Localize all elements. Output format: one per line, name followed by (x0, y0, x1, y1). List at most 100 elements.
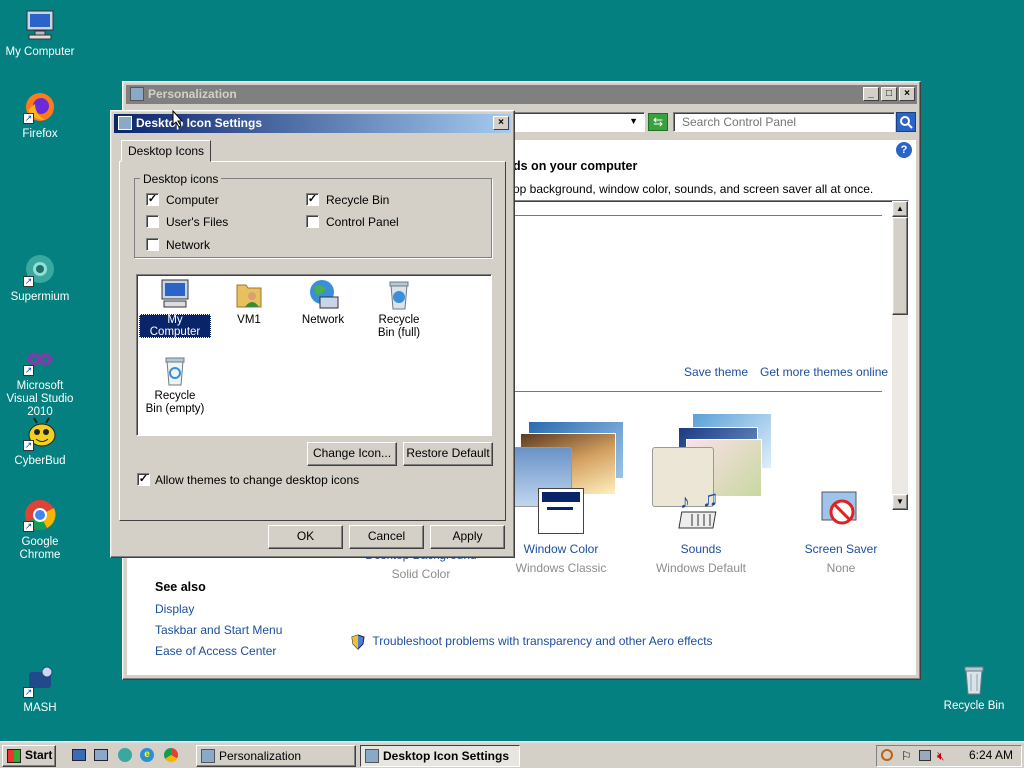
refresh-button[interactable]: ⇆ (648, 113, 668, 131)
sounds-setting[interactable]: ♪ ♫ Sounds Windows Default (621, 486, 781, 575)
desktop-icon-supermium[interactable]: ↗ Supermium (0, 253, 80, 304)
taskbar-button-desktop-icon-settings[interactable]: Desktop Icon Settings (360, 745, 520, 767)
apply-button[interactable]: Apply (430, 525, 505, 549)
desktop-icon-label: Recycle Bin (943, 700, 1005, 712)
tab-desktop-icons[interactable]: Desktop Icons (121, 140, 212, 162)
restore-default-button[interactable]: Restore Default (403, 442, 493, 466)
maximize-button[interactable]: □ (881, 87, 897, 101)
search-input[interactable] (680, 114, 876, 130)
troubleshoot-link[interactable]: Troubleshoot problems with transparency … (351, 634, 713, 650)
desktop-icon-settings-dialog: Desktop Icon Settings × Desktop Icons De… (110, 110, 515, 558)
cyberbud-icon: ↗ (23, 417, 57, 451)
icon-list-view[interactable]: My Computer VM1 Network Recycle Bin (ful… (136, 274, 492, 436)
taskbar: Start e Personalization Desktop Icon Set… (0, 741, 1024, 768)
dialog-close-button[interactable]: × (493, 116, 509, 130)
supermium-icon[interactable] (118, 748, 132, 762)
checkbox-label: Network (166, 238, 211, 252)
minimize-button[interactable]: _ (863, 87, 879, 101)
scroll-up-button[interactable]: ▲ (892, 201, 908, 217)
window-titlebar[interactable]: Personalization _ □ × (126, 85, 917, 104)
save-theme-link[interactable]: Save theme (684, 365, 748, 379)
dialog-icon (118, 116, 132, 130)
ok-button[interactable]: OK (268, 525, 343, 549)
desktop-icon-cyberbud[interactable]: ↗ CyberBud (0, 417, 80, 468)
desktop-icon-label: CyberBud (14, 455, 66, 467)
desktop-icon-chrome[interactable]: ↗ Google Chrome (0, 498, 80, 562)
tab-panel: Desktop icons ✓ Computer ✓ Recycle Bin U… (119, 161, 506, 521)
setting-label: Sounds (680, 542, 722, 556)
checkbox[interactable] (146, 215, 159, 228)
clock[interactable]: 6:24 AM (969, 748, 1013, 762)
see-also-ease-of-access-link[interactable]: Ease of Access Center (155, 644, 276, 658)
icon-item-network[interactable]: Network (287, 277, 359, 326)
desktop-icon-label: Supermium (10, 291, 70, 303)
see-also-display-link[interactable]: Display (155, 602, 194, 616)
internet-explorer-icon[interactable]: e (140, 748, 154, 762)
dropdown-arrow-icon[interactable]: ▼ (629, 116, 638, 126)
checkbox[interactable]: ✓ (137, 473, 150, 486)
checkbox[interactable] (306, 215, 319, 228)
show-desktop-icon[interactable] (72, 749, 86, 761)
icon-item-my-computer[interactable]: My Computer (139, 277, 211, 338)
desktop-icon-my-computer[interactable]: My Computer (0, 8, 80, 59)
checkbox-label: Recycle Bin (326, 193, 390, 207)
recycle-bin-icon (957, 662, 991, 696)
checkbox-label: Control Panel (326, 215, 399, 229)
icon-item-label: Network (301, 314, 345, 326)
network-tray-icon[interactable] (919, 750, 931, 761)
change-icon-button[interactable]: Change Icon... (307, 442, 397, 466)
icon-item-label: My Computer (139, 314, 211, 338)
desktop-icon-firefox[interactable]: ↗ Firefox (0, 90, 80, 141)
visual-studio-icon: ↗ (23, 342, 57, 376)
chrome-icon[interactable] (164, 748, 178, 762)
scroll-thumb[interactable] (892, 217, 908, 315)
get-more-themes-link[interactable]: Get more themes online (760, 365, 888, 379)
task-label: Personalization (219, 749, 302, 763)
scroll-down-button[interactable]: ▼ (892, 494, 908, 510)
control-panel-icon (130, 87, 144, 101)
start-button[interactable]: Start (2, 745, 56, 767)
network-icon (310, 280, 339, 309)
see-also-title: See also (155, 580, 206, 594)
desktop-icon-label: My Computer (5, 46, 75, 58)
icon-item-recycle-bin-empty[interactable]: Recycle Bin (empty) (137, 353, 213, 416)
desktop-icon-label: MASH (23, 702, 57, 714)
icon-item-label: VM1 (237, 314, 261, 326)
desktop-icon-label: Microsoft Visual Studio 2010 (6, 380, 74, 418)
troubleshoot-label: Troubleshoot problems with transparency … (372, 634, 713, 649)
checkbox-label: User's Files (166, 215, 229, 229)
setting-value: Solid Color (391, 567, 451, 581)
taskbar-button-personalization[interactable]: Personalization (196, 745, 356, 767)
window-color-icon (538, 488, 584, 534)
setting-value: Windows Classic (515, 561, 607, 575)
page-heading: ds on your computer (513, 159, 638, 173)
dialog-title: Desktop Icon Settings (136, 116, 263, 130)
flag-icon[interactable]: ⚐ (901, 749, 912, 763)
close-button[interactable]: × (899, 87, 915, 101)
dialog-icon (365, 749, 379, 763)
search-icon[interactable] (881, 749, 893, 761)
mash-icon: ↗ (23, 664, 57, 698)
chrome-icon: ↗ (23, 498, 57, 532)
screen-saver-setting[interactable]: Screen Saver None (761, 491, 921, 575)
desktop-icon-mash[interactable]: ↗ MASH (0, 664, 80, 715)
desktop-icon-recycle-bin[interactable]: Recycle Bin (934, 662, 1014, 713)
icon-item-recycle-bin-full[interactable]: Recycle Bin (full) (361, 277, 437, 340)
explorer-icon[interactable] (94, 749, 108, 761)
volume-muted-icon[interactable]: 🔇︎ (937, 749, 945, 764)
icon-item-vm1[interactable]: VM1 (213, 277, 285, 326)
user-folder-icon (236, 284, 262, 308)
vertical-scrollbar[interactable]: ▲ ▼ (892, 201, 908, 510)
checkbox-label: Allow themes to change desktop icons (155, 473, 360, 487)
desktop-icon-visual-studio[interactable]: ↗ Microsoft Visual Studio 2010 (0, 342, 80, 419)
desktop-icon-label: Firefox (22, 128, 58, 140)
cancel-button[interactable]: Cancel (349, 525, 424, 549)
checkbox[interactable]: ✓ (146, 193, 159, 206)
svg-text:♪: ♪ (680, 491, 690, 513)
checkbox[interactable] (146, 238, 159, 251)
search-box[interactable] (673, 112, 895, 132)
see-also-taskbar-link[interactable]: Taskbar and Start Menu (155, 623, 282, 637)
checkbox[interactable]: ✓ (306, 193, 319, 206)
help-icon[interactable]: ? (896, 142, 912, 158)
search-button[interactable] (896, 112, 916, 132)
